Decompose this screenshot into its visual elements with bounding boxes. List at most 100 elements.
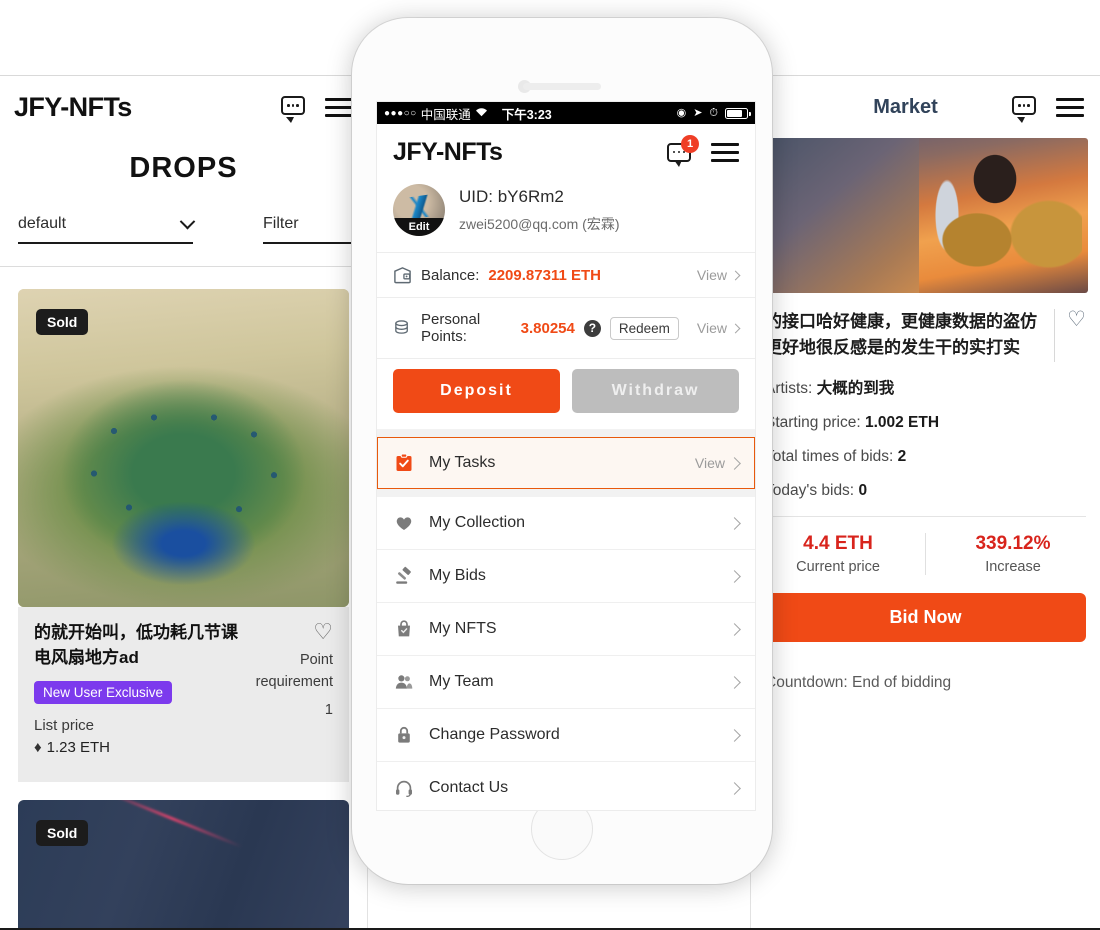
points-value: 3.80254 [520,319,575,337]
wallet-actions: Deposit Withdraw [377,359,755,429]
meta-value: 0 [858,481,868,499]
drops-header: JFY-NFTs [0,76,367,138]
chevron-right-icon [730,270,741,280]
market-meta-row: Artists: 大概的到我 [765,376,1086,398]
chat-dot [296,104,299,107]
balance-view-link[interactable]: View [696,267,741,283]
menu-item-my-tasks[interactable]: My Tasks View [377,437,755,489]
status-bar: ●●●○○ 中国联通 下午3:23 ◉ ➤ ⏱ [377,102,755,124]
avatar-edit-label[interactable]: Edit [393,218,445,236]
rotation-lock-icon: ◉ [676,106,687,119]
sort-select[interactable]: default [18,213,196,244]
chat-dot [287,104,290,107]
list-price-value: 1.23 ETH [46,739,111,757]
site-logo[interactable]: JFY-NFTs [14,92,132,123]
profile-info: UID: bY6Rm2 zwei5200@qq.com (宏霖) [459,187,620,234]
favorite-heart-icon[interactable]: ♡ [313,621,333,643]
menu-item-change-password[interactable]: Change Password [377,709,755,762]
my-tasks-view-link[interactable]: View [694,455,741,471]
menu-item-label: My NFTS [429,620,497,637]
chevron-right-icon [728,675,741,689]
hamburger-menu-icon[interactable] [325,97,353,117]
burger-line [1056,113,1084,117]
user-id-label: UID: bY6Rm2 [459,186,564,206]
withdraw-button: Withdraw [572,369,739,413]
burger-line [325,97,353,101]
view-label: View [694,455,725,471]
burger-line [1056,97,1084,101]
gavel-icon [393,565,415,587]
menu-item-label: My Collection [429,514,526,531]
chat-dot [672,150,676,154]
burger-line [1056,105,1084,109]
phone-speaker [523,83,601,90]
chat-icon[interactable] [281,96,307,123]
menu-item-my-team[interactable]: My Team [377,656,755,709]
chat-icon[interactable] [1012,96,1038,123]
chevron-right-icon [728,516,741,530]
countdown-row: Countdown: End of bidding [751,642,1100,692]
drop-card-partial[interactable]: Sold [0,782,367,928]
battery-icon [725,107,751,119]
deposit-button[interactable]: Deposit [393,369,560,413]
help-icon[interactable]: ? [583,319,601,337]
increase-value: 339.12% [975,532,1051,554]
drops-pane: JFY-NFTs DROPS default Filter Sold 的就开始叫… [0,76,368,928]
status-badge: Sold [36,820,89,847]
current-price-value: 4.4 ETH [803,532,873,554]
chevron-right-icon [730,323,741,333]
redeem-button[interactable]: Redeem [609,316,679,340]
points-view-link[interactable]: View [697,320,741,336]
unread-badge: 1 [681,134,699,153]
avatar[interactable]: Edit [393,184,445,236]
increase-cell: 339.12% Increase [925,532,1100,575]
market-header: Market [751,76,1100,138]
location-arrow-icon: ➤ [693,106,703,119]
chat-dot [677,150,681,154]
menu-item-contact-us[interactable]: Contact Us [377,762,755,810]
bag-icon [393,618,415,640]
hamburger-menu-icon[interactable] [1056,97,1084,117]
market-hero-image [763,138,1088,293]
burger-line [711,158,739,162]
menu-item-label: My Team [429,673,494,690]
meta-value: 2 [897,447,907,465]
filter-select-value: Filter [263,215,299,232]
people-icon [393,671,415,693]
list-price-label: List price [34,717,95,735]
menu-gap [377,489,755,497]
price-summary: 4.4 ETH Current price 339.12% Increase [751,517,1100,587]
phone-mockup: ●●●○○ 中国联通 下午3:23 ◉ ➤ ⏱ JFY-NFTs 1 Edit … [352,18,772,884]
balance-row[interactable]: Balance: 2209.87311 ETH View [377,253,755,297]
current-price-cell: 4.4 ETH Current price [751,533,925,575]
menu-item-my-collection[interactable]: My Collection [377,497,755,550]
chat-tail [286,117,294,123]
market-description-text: 的接口哈好健康，更健康数据的盗仿更好地很反感是的发生干的实打实 [765,312,1037,358]
carrier-label: 中国联通 [420,107,471,122]
favorite-heart-icon[interactable]: ♡ [1054,309,1086,362]
points-row[interactable]: Personal Points: 3.80254 ? Redeem View [377,298,755,358]
menu-item-label: Change Password [429,726,560,743]
chat-tail [1017,117,1025,123]
drop-card[interactable]: Sold 的就开始叫，低功耗几节课电风扇地方ad New User Exclus… [0,267,367,783]
bid-now-button[interactable]: Bid Now [765,592,1086,642]
wifi-icon [475,107,488,120]
hamburger-menu-icon[interactable] [711,142,739,162]
drop-card-info: 的就开始叫，低功耗几节课电风扇地方ad New User Exclusive L… [34,621,241,756]
menu-item-label: My Bids [429,567,486,584]
app-header: JFY-NFTs 1 [377,124,755,180]
meta-value: 大概的到我 [816,379,895,397]
balance-label: Balance: [421,266,480,284]
menu-item-my-nfts[interactable]: My NFTS [377,603,755,656]
point-requirement-label: Point requirement [255,652,333,690]
market-meta-row: Today's bids: 0 [765,482,1086,500]
chevron-right-icon [728,728,741,742]
menu-item-my-bids[interactable]: My Bids [377,550,755,603]
chat-icon[interactable]: 1 [667,134,699,167]
view-label: View [696,267,727,283]
sort-select-value: default [18,215,67,232]
app-logo[interactable]: JFY-NFTs [393,138,503,167]
countdown-value: End of bidding [852,673,952,691]
drop-card-title: 的就开始叫，低功耗几节课电风扇地方ad [34,623,238,667]
menu-item-label: Contact Us [429,779,509,796]
